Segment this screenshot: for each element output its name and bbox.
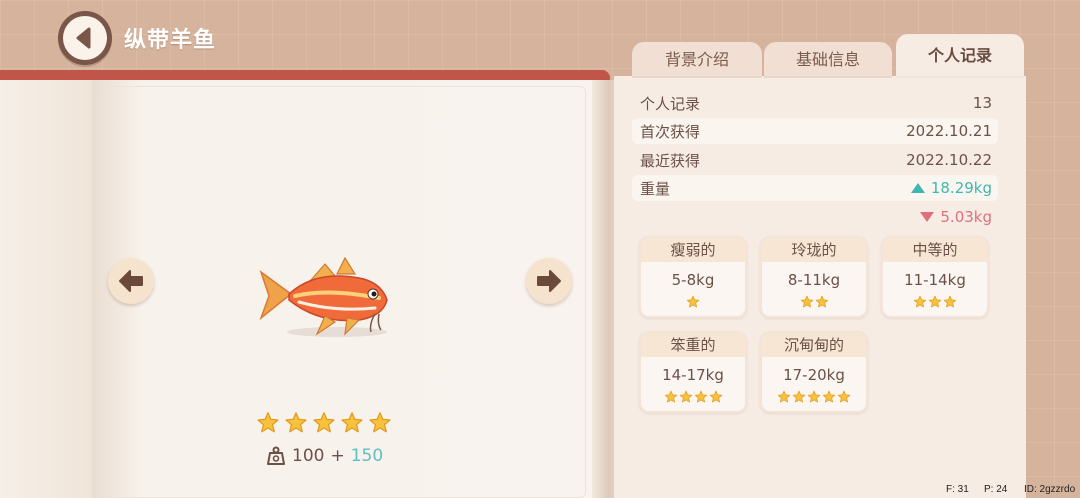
star-icon xyxy=(686,295,700,308)
arrow-right-icon xyxy=(537,270,561,292)
star-icon xyxy=(928,295,942,308)
weight-plus: + xyxy=(330,446,345,466)
star-icon xyxy=(709,390,722,403)
star-icon xyxy=(694,390,707,403)
grade-name: 瘦弱的 xyxy=(641,238,745,262)
weight-record-row: 重量 18.29kg xyxy=(632,175,998,201)
next-fish-button[interactable] xyxy=(526,258,572,304)
grade-range: 14-17kg xyxy=(662,366,724,384)
star-icon xyxy=(822,390,836,403)
weight-min-value: 5.03kg xyxy=(940,208,992,226)
recent-caught-value: 2022.10.22 xyxy=(906,151,992,169)
grade-stars xyxy=(762,390,866,404)
debug-ping: P: 24 xyxy=(984,484,1008,495)
grade-range: 17-20kg xyxy=(783,366,845,384)
star-icon xyxy=(777,390,791,403)
star-icon xyxy=(837,390,851,403)
star-icon xyxy=(679,390,692,403)
grade-stars xyxy=(641,390,745,404)
first-caught-row: 首次获得 2022.10.21 xyxy=(632,118,998,144)
back-arrow-icon xyxy=(76,27,91,49)
debug-frame: F: 31 xyxy=(946,484,969,495)
debug-id: ID: 2gzzrdo xyxy=(1024,484,1076,495)
tab-background[interactable]: 背景介绍 xyxy=(632,42,762,78)
grade-card[interactable]: 中等的 11-14kg xyxy=(881,236,989,318)
star-icon xyxy=(664,390,677,403)
record-count-value: 13 xyxy=(972,94,992,112)
recent-caught-row: 最近获得 2022.10.22 xyxy=(632,147,998,173)
arrow-left-icon xyxy=(119,270,143,292)
star-icon xyxy=(815,295,828,308)
star-icon xyxy=(313,412,335,433)
star-icon xyxy=(807,390,821,403)
grade-card[interactable]: 瘦弱的 5-8kg xyxy=(639,236,747,318)
grade-card[interactable]: 沉甸甸的 17-20kg xyxy=(760,331,868,413)
star-icon xyxy=(913,295,927,308)
page-title: 纵带羊鱼 xyxy=(124,28,217,53)
tab-personal-record[interactable]: 个人记录 xyxy=(896,34,1024,78)
first-caught-label: 首次获得 xyxy=(640,122,701,141)
grade-stars xyxy=(641,295,745,309)
grade-name: 笨重的 xyxy=(641,333,745,357)
weight-bonus: 150 xyxy=(350,446,384,466)
weight-reward: 100 + 150 xyxy=(266,446,383,466)
weight-max: 18.29kg xyxy=(910,179,992,197)
fish-illustration xyxy=(259,256,388,337)
grade-range: 11-14kg xyxy=(904,271,966,289)
grade-name: 中等的 xyxy=(883,238,987,262)
grade-name: 玲珑的 xyxy=(762,238,866,262)
star-icon xyxy=(341,412,363,433)
grade-range: 5-8kg xyxy=(671,271,715,289)
weight-scale-icon xyxy=(267,446,285,465)
star-icon xyxy=(792,390,806,403)
grade-stars xyxy=(762,295,866,309)
grade-name: 沉甸甸的 xyxy=(762,333,866,357)
weight-record-label: 重量 xyxy=(640,179,671,198)
star-icon xyxy=(800,295,813,308)
first-caught-value: 2022.10.21 xyxy=(906,122,992,140)
rarity-stars xyxy=(256,411,392,435)
record-count-row: 个人记录 13 xyxy=(632,90,998,116)
record-count-label: 个人记录 xyxy=(640,94,701,113)
back-button[interactable] xyxy=(58,11,112,65)
star-icon xyxy=(257,412,279,433)
prev-fish-button[interactable] xyxy=(108,258,154,304)
grade-range: 8-11kg xyxy=(787,271,841,289)
weight-max-value: 18.29kg xyxy=(930,179,992,197)
tab-basic-info[interactable]: 基础信息 xyxy=(764,42,892,78)
star-icon xyxy=(369,412,391,433)
book-left-page-edge xyxy=(0,80,96,498)
weight-base: 100 xyxy=(292,446,325,466)
star-icon xyxy=(943,295,957,308)
triangle-down-icon xyxy=(920,212,935,222)
grade-card[interactable]: 玲珑的 8-11kg xyxy=(760,236,868,318)
weight-min: 5.03kg xyxy=(920,208,992,226)
recent-caught-label: 最近获得 xyxy=(640,151,701,170)
weight-min-row: 5.03kg xyxy=(632,204,998,230)
grade-stars xyxy=(883,295,987,309)
star-icon xyxy=(285,412,307,433)
grade-card[interactable]: 笨重的 14-17kg xyxy=(639,331,747,413)
triangle-up-icon xyxy=(910,183,925,193)
